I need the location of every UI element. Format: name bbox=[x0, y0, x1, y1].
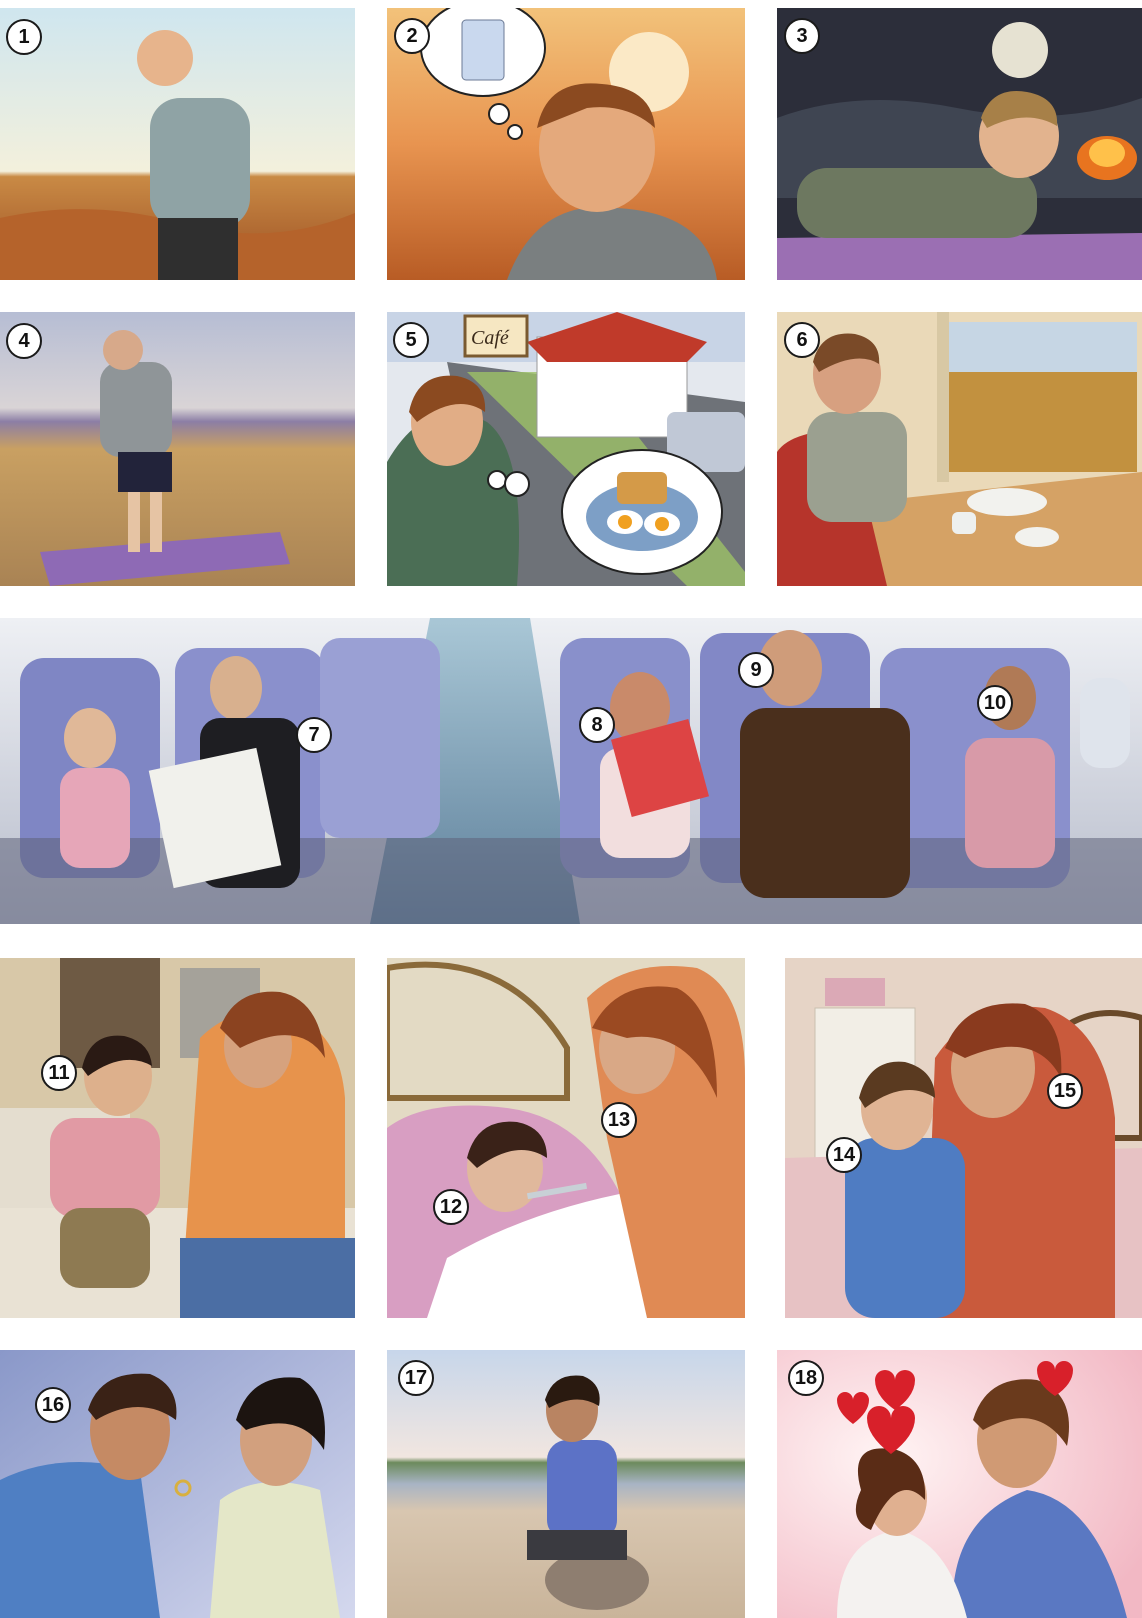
number-badge: 12 bbox=[433, 1189, 469, 1225]
panel-2-thirsty bbox=[387, 8, 745, 280]
number-badge: 15 bbox=[1047, 1073, 1083, 1109]
number-badge: 2 bbox=[394, 18, 430, 54]
cafe-sign-text: Café bbox=[471, 327, 509, 349]
number-badge: 17 bbox=[398, 1360, 434, 1396]
panel-1-hot-desert bbox=[0, 8, 355, 280]
number-badge: 18 bbox=[788, 1360, 824, 1396]
number-badge: 8 bbox=[579, 707, 615, 743]
number-badge: 5 bbox=[393, 322, 429, 358]
panel-airplane-cabin bbox=[0, 618, 1142, 924]
panel-3-night-sleepy bbox=[777, 8, 1142, 280]
number-badge: 10 bbox=[977, 685, 1013, 721]
panel-12-13-fever bbox=[387, 958, 745, 1318]
number-badge: 13 bbox=[601, 1102, 637, 1138]
number-badge: 1 bbox=[6, 19, 42, 55]
panel-6-full-diner bbox=[777, 312, 1142, 586]
panel-4-cold-morning bbox=[0, 312, 355, 586]
panel-17-lonely-beach bbox=[387, 1350, 745, 1618]
panel-18-in-love bbox=[777, 1350, 1142, 1618]
number-badge: 6 bbox=[784, 322, 820, 358]
panel-5-hungry-cafe bbox=[387, 312, 745, 586]
number-badge: 3 bbox=[784, 18, 820, 54]
number-badge: 11 bbox=[41, 1055, 77, 1091]
panel-11-sick-child bbox=[0, 958, 355, 1318]
number-badge: 16 bbox=[35, 1387, 71, 1423]
number-badge: 9 bbox=[738, 652, 774, 688]
number-badge: 7 bbox=[296, 717, 332, 753]
number-badge: 14 bbox=[826, 1137, 862, 1173]
number-badge: 4 bbox=[6, 323, 42, 359]
